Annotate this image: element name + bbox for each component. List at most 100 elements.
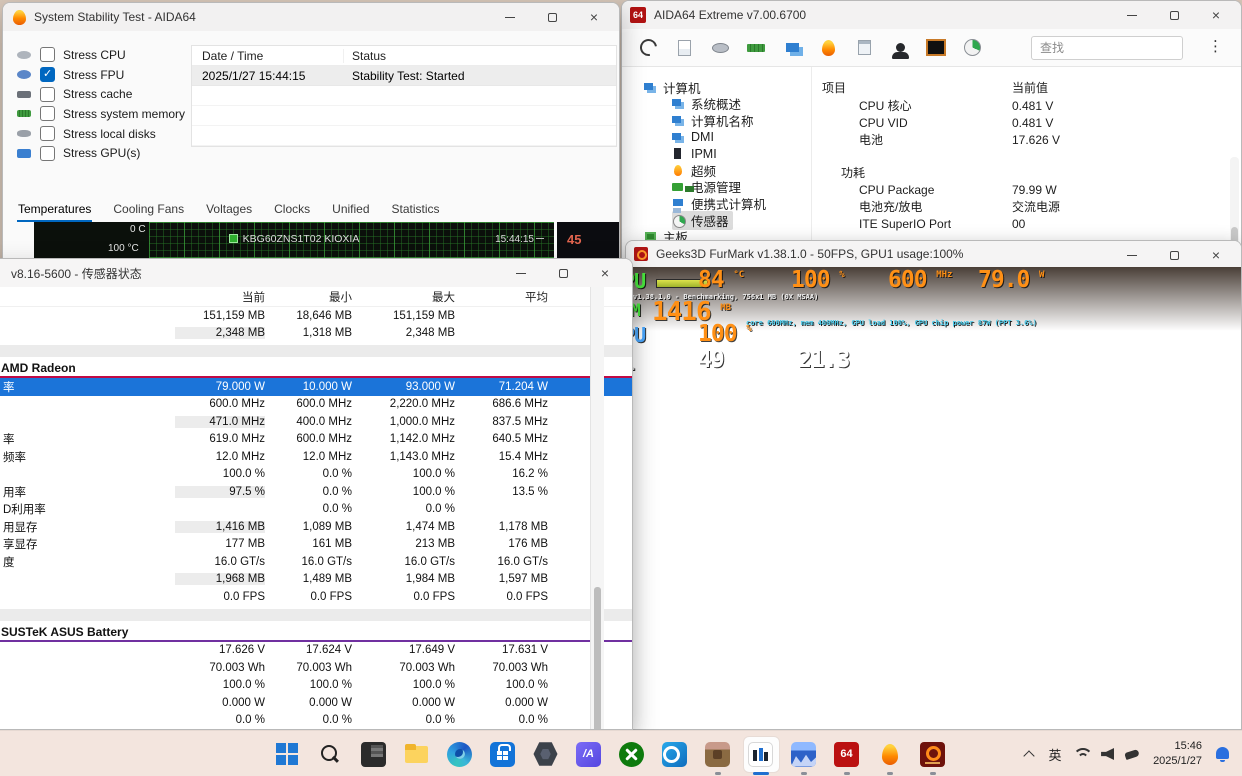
tree-item-power-management[interactable]: 电源管理 bbox=[622, 179, 811, 196]
minimize-button[interactable] bbox=[1111, 1, 1153, 29]
search-input[interactable] bbox=[1031, 36, 1183, 60]
maximize-button[interactable] bbox=[531, 3, 573, 31]
sensor-row[interactable]: ITE SuperIO Port 00 bbox=[812, 215, 1241, 232]
tray-overflow-chevron-icon[interactable] bbox=[1017, 731, 1041, 776]
sensor-row[interactable]: 电池 17.626 V bbox=[812, 131, 1241, 148]
checkbox[interactable] bbox=[40, 47, 55, 62]
sensor-row[interactable]: 用率 97.5 % 0.0 % 100.0 % 13.5 % bbox=[0, 483, 632, 501]
tree-item-sensor[interactable]: 传感器 bbox=[622, 212, 811, 229]
sensor-row[interactable]: 率 79.000 W 10.000 W 93.000 W 71.204 W bbox=[0, 378, 632, 396]
sensor-row[interactable]: 100.0 % 0.0 % 100.0 % 16.2 % bbox=[0, 466, 632, 484]
stress-cpu-checkbox[interactable]: Stress CPU bbox=[17, 45, 185, 65]
tab-voltages[interactable]: Voltages bbox=[205, 199, 253, 222]
wifi-icon[interactable] bbox=[1069, 731, 1095, 776]
sensor-row[interactable]: 电池充/放电 交流电源 bbox=[812, 198, 1241, 215]
outlook-icon[interactable] bbox=[653, 731, 696, 776]
monitor-waves-icon[interactable] bbox=[782, 731, 825, 776]
osd-icon[interactable] bbox=[918, 33, 954, 63]
tree-item-system-summary[interactable]: 系统概述 bbox=[622, 96, 811, 113]
benchmark-icon[interactable] bbox=[846, 33, 882, 63]
display-icon[interactable] bbox=[774, 33, 810, 63]
sensor-row[interactable]: CPU 核心 0.481 V bbox=[812, 97, 1241, 114]
sensor-row[interactable]: SUSTeK ASUS Battery bbox=[0, 624, 632, 642]
maximize-button[interactable] bbox=[1153, 1, 1195, 29]
sensor-row[interactable]: 0.0 FPS 0.0 FPS 0.0 FPS 0.0 FPS bbox=[0, 588, 632, 606]
maximize-button[interactable] bbox=[1153, 241, 1195, 269]
sensor-row[interactable]: 17.626 V 17.624 V 17.649 V 17.631 V bbox=[0, 642, 632, 660]
refresh-icon[interactable] bbox=[630, 33, 666, 63]
checkbox[interactable] bbox=[40, 106, 55, 121]
log-row[interactable]: 2025/1/27 15:44:15 Stability Test: Start… bbox=[192, 66, 616, 86]
sensor-row[interactable]: AMD Radeon bbox=[0, 360, 632, 378]
aida64-titlebar[interactable]: 64 AIDA64 Extreme v7.00.6700 × bbox=[622, 1, 1241, 29]
sensor-row[interactable]: 功耗 bbox=[812, 164, 1241, 181]
tree-item-ipmi[interactable]: IPMI bbox=[622, 145, 811, 162]
cpu-icon[interactable] bbox=[702, 33, 738, 63]
minimize-button[interactable] bbox=[489, 3, 531, 31]
sensor-row[interactable]: CPU VID 0.481 V bbox=[812, 114, 1241, 131]
stress-memory-checkbox[interactable]: Stress system memory bbox=[17, 104, 185, 124]
tree-item-computer[interactable]: 计算机 bbox=[622, 79, 811, 96]
sensor-row[interactable]: 0.000 W 0.000 W 0.000 W 0.000 W bbox=[0, 694, 632, 712]
sensor-row[interactable] bbox=[0, 345, 632, 357]
sensor-row[interactable]: 1,968 MB 1,489 MB 1,984 MB 1,597 MB bbox=[0, 571, 632, 589]
tree-item-portable-computer[interactable]: 便携式计算机 bbox=[622, 195, 811, 212]
checkbox[interactable] bbox=[40, 126, 55, 141]
checkbox[interactable] bbox=[40, 87, 55, 102]
tree-item-overclock[interactable]: 超频 bbox=[622, 162, 811, 179]
maximize-button[interactable] bbox=[542, 259, 584, 287]
close-button[interactable]: × bbox=[584, 259, 626, 287]
search-button[interactable] bbox=[309, 731, 352, 776]
sensor-row[interactable]: 用显存 1,416 MB 1,089 MB 1,474 MB 1,178 MB bbox=[0, 518, 632, 536]
overflow-menu-icon[interactable]: ⋮ bbox=[1208, 37, 1223, 55]
aida64-icon[interactable]: 64 bbox=[825, 731, 868, 776]
tab-temperatures[interactable]: Temperatures bbox=[17, 199, 92, 222]
tree-item-dmi[interactable]: DMI bbox=[622, 129, 811, 146]
xbox-icon[interactable] bbox=[610, 731, 653, 776]
file-explorer-icon[interactable] bbox=[395, 731, 438, 776]
hwinfo-scrollbar[interactable] bbox=[590, 287, 604, 729]
tab-cooling-fans[interactable]: Cooling Fans bbox=[112, 199, 185, 222]
hex-utility-icon[interactable] bbox=[524, 731, 567, 776]
notification-bell-icon[interactable] bbox=[1212, 731, 1234, 776]
sensor-row[interactable]: 度 16.0 GT/s 16.0 GT/s 16.0 GT/s 16.0 GT/… bbox=[0, 553, 632, 571]
start-button[interactable] bbox=[266, 731, 309, 776]
microsoft-store-icon[interactable] bbox=[481, 731, 524, 776]
sensor-row[interactable] bbox=[812, 148, 1241, 164]
memory-icon[interactable] bbox=[738, 33, 774, 63]
stress-disks-checkbox[interactable]: Stress local disks bbox=[17, 124, 185, 144]
checkbox[interactable] bbox=[40, 67, 55, 82]
close-button[interactable]: × bbox=[573, 3, 615, 31]
sensor-row[interactable]: 2,348 MB 1,318 MB 2,348 MB bbox=[0, 325, 632, 343]
furmark-titlebar[interactable]: Geeks3D FurMark v1.38.1.0 - 50FPS, GPU1 … bbox=[626, 241, 1241, 267]
sensor-row[interactable]: D利用率 0.0 % 0.0 % bbox=[0, 501, 632, 519]
sensor-row[interactable] bbox=[0, 609, 632, 621]
tab-clocks[interactable]: Clocks bbox=[273, 199, 311, 222]
dark-app-icon[interactable] bbox=[352, 731, 395, 776]
game-app-icon[interactable] bbox=[696, 731, 739, 776]
tree-item-computer-name[interactable]: 计算机名称 bbox=[622, 112, 811, 129]
sensor-row[interactable]: CPU Package 79.99 W bbox=[812, 181, 1241, 198]
furmark-icon[interactable] bbox=[911, 731, 954, 776]
stress-gpu-checkbox[interactable]: Stress GPU(s) bbox=[17, 143, 185, 163]
hwinfo-titlebar[interactable]: v8.16-5600 - 传感器状态 × bbox=[0, 259, 632, 287]
stress-test-icon[interactable] bbox=[810, 33, 846, 63]
hwinfo-icon[interactable] bbox=[739, 731, 782, 776]
minimize-button[interactable] bbox=[1111, 241, 1153, 269]
sensor-row[interactable]: 70.003 Wh 70.003 Wh 70.003 Wh 70.003 Wh bbox=[0, 659, 632, 677]
sensor-row[interactable]: 471.0 MHz 400.0 MHz 1,000.0 MHz 837.5 MH… bbox=[0, 413, 632, 431]
minimize-button[interactable] bbox=[500, 259, 542, 287]
report-icon[interactable] bbox=[666, 33, 702, 63]
edge-icon[interactable] bbox=[438, 731, 481, 776]
stress-fpu-checkbox[interactable]: Stress FPU bbox=[17, 65, 185, 85]
stability-test-icon[interactable] bbox=[868, 731, 911, 776]
stress-cache-checkbox[interactable]: Stress cache bbox=[17, 84, 185, 104]
ime-indicator[interactable]: 英 bbox=[1041, 745, 1069, 764]
sensor-row[interactable]: 100.0 % 100.0 % 100.0 % 100.0 % bbox=[0, 677, 632, 695]
clock[interactable]: 15:46 2025/1/27 bbox=[1153, 739, 1202, 769]
sensor-icon[interactable] bbox=[954, 33, 990, 63]
sensor-row[interactable]: 率 619.0 MHz 600.0 MHz 1,142.0 MHz 640.5 … bbox=[0, 431, 632, 449]
close-button[interactable]: × bbox=[1195, 241, 1237, 269]
close-button[interactable]: × bbox=[1195, 1, 1237, 29]
audit-icon[interactable] bbox=[882, 33, 918, 63]
